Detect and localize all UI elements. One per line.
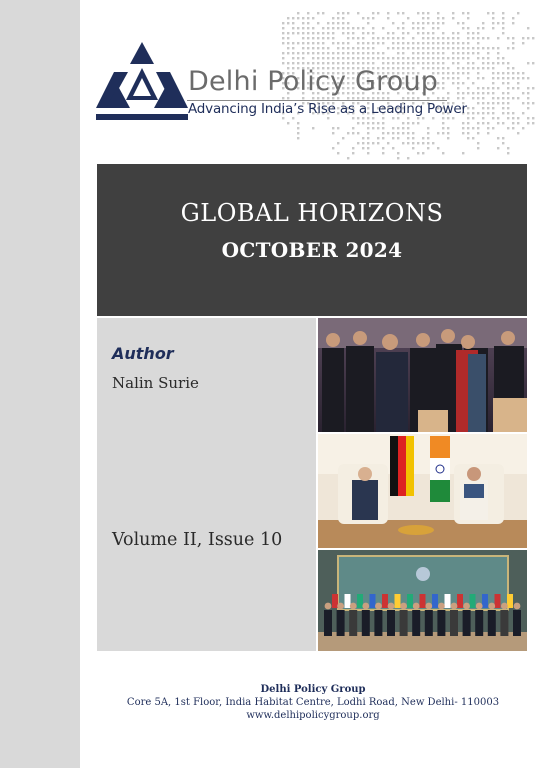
volume-issue: Volume II, Issue 10 [112, 530, 283, 550]
author-name: Nalin Surie [112, 374, 199, 392]
info-panel [97, 318, 316, 651]
left-side-strip [0, 0, 80, 768]
report-date: OCTOBER 2024 [221, 238, 403, 262]
footer-org-name: Delhi Policy Group [260, 684, 366, 695]
dpg-logo-icon [96, 42, 188, 120]
tagline: Advancing India’s Rise as a Leading Powe… [188, 101, 467, 117]
footer-website: www.delhipolicygroup.org [246, 710, 380, 721]
author-label: Author [112, 344, 174, 363]
photo-bilateral-meeting [318, 434, 527, 548]
photo-summit-group [318, 550, 527, 651]
photo-leaders-group [318, 318, 527, 432]
footer-address: Core 5A, 1st Floor, India Habitat Centre… [126, 697, 500, 708]
report-title: GLOBAL HORIZONS [180, 199, 444, 227]
org-name: Delhi Policy Group [188, 66, 439, 97]
